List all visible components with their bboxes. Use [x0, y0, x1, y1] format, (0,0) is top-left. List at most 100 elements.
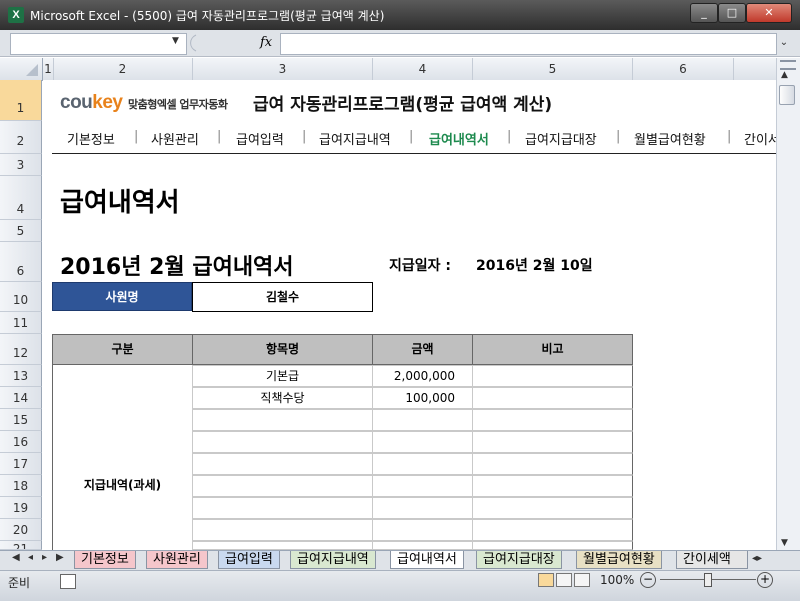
macro-record-icon[interactable]	[60, 574, 76, 589]
item-amount-cell[interactable]	[372, 453, 473, 475]
row-header[interactable]: 21	[0, 541, 42, 550]
row-header[interactable]: 16	[0, 431, 42, 453]
item-amount-cell[interactable]: 2,000,000	[372, 365, 473, 387]
sheet-tab[interactable]: 기본정보	[74, 551, 136, 569]
close-button[interactable]: ✕	[746, 3, 792, 23]
last-sheet-icon[interactable]: ▶	[56, 552, 64, 563]
item-name-cell[interactable]	[192, 541, 373, 550]
formula-bar-resize-handle[interactable]	[190, 33, 260, 53]
item-note-cell[interactable]	[472, 387, 633, 409]
page-layout-view-icon[interactable]	[556, 573, 572, 587]
sheet-tab[interactable]: 간이세액	[676, 551, 748, 569]
sheet-tab[interactable]: 사원관리	[146, 551, 208, 569]
scroll-up-icon[interactable]: ▲	[781, 70, 788, 80]
row-header[interactable]: 4	[0, 176, 42, 220]
column-header[interactable]: 4	[373, 58, 473, 80]
employee-name-cell[interactable]: 김철수	[192, 282, 373, 312]
item-note-cell[interactable]	[472, 497, 633, 519]
row-header[interactable]: 11	[0, 312, 42, 334]
row-header[interactable]: 13	[0, 365, 42, 387]
sheet-tab[interactable]: 급여지급대장	[476, 551, 562, 569]
row-header[interactable]: 5	[0, 220, 42, 242]
category-cell[interactable]: 지급내역(과세)	[52, 365, 193, 550]
row-header[interactable]: 10	[0, 282, 42, 312]
sheet-tab[interactable]: 급여입력	[218, 551, 280, 569]
item-name-cell[interactable]: 기본급	[192, 365, 373, 387]
menu-item-pay-history[interactable]: 급여지급내역	[319, 129, 391, 148]
select-all-corner[interactable]	[0, 58, 43, 80]
row-header[interactable]: 12	[0, 334, 42, 365]
excel-app-icon[interactable]: X	[8, 7, 24, 23]
item-amount-cell[interactable]	[372, 519, 473, 541]
row-header[interactable]: 6	[0, 242, 42, 282]
row-header[interactable]: 18	[0, 475, 42, 497]
row-header[interactable]: 17	[0, 453, 42, 475]
scroll-down-icon[interactable]: ▼	[781, 538, 788, 548]
scroll-thumb[interactable]	[779, 85, 795, 105]
item-note-cell[interactable]	[472, 409, 633, 431]
row-header[interactable]: 14	[0, 387, 42, 409]
normal-view-icon[interactable]	[538, 573, 554, 587]
next-sheet-icon[interactable]: ▸	[42, 552, 47, 563]
menu-item-basic-info[interactable]: 기본정보	[67, 129, 115, 148]
sheet-tab[interactable]: 급여지급내역	[290, 551, 376, 569]
row-header[interactable]: 15	[0, 409, 42, 431]
menu-item-pay-slip[interactable]: 급여내역서	[429, 129, 489, 148]
split-handle-icon[interactable]	[780, 60, 796, 70]
menu-item-monthly-status[interactable]: 월별급여현황	[634, 129, 706, 148]
zoom-out-icon[interactable]: −	[640, 572, 656, 588]
row-header[interactable]: 3	[0, 154, 42, 176]
column-header[interactable]: 3	[193, 58, 373, 80]
prev-sheet-icon[interactable]: ◂	[28, 552, 33, 563]
page-break-view-icon[interactable]	[574, 573, 590, 587]
item-amount-cell[interactable]	[372, 409, 473, 431]
maximize-button[interactable]: □	[718, 3, 746, 23]
item-amount-cell[interactable]	[372, 541, 473, 550]
item-name-cell[interactable]	[192, 431, 373, 453]
column-header[interactable]: 5	[473, 58, 633, 80]
menu-item-pay-ledger[interactable]: 급여지급대장	[525, 129, 597, 148]
sheet-tab-active[interactable]: 급여내역서	[390, 551, 464, 569]
expand-formula-bar-icon[interactable]: ⌄	[777, 33, 791, 53]
item-name-cell[interactable]	[192, 497, 373, 519]
item-note-cell[interactable]	[472, 541, 633, 550]
item-note-cell[interactable]	[472, 475, 633, 497]
status-ready: 준비	[8, 576, 31, 590]
menu-item-simple-tax[interactable]: 간이서	[744, 129, 776, 148]
zoom-slider-thumb[interactable]	[704, 573, 712, 587]
column-header[interactable]: 2	[53, 58, 193, 80]
item-amount-cell[interactable]: 100,000	[372, 387, 473, 409]
minimize-button[interactable]: _	[690, 3, 718, 23]
item-name-cell[interactable]	[192, 475, 373, 497]
column-header[interactable]: 6	[633, 58, 734, 80]
item-amount-cell[interactable]	[372, 431, 473, 453]
menu-item-pay-entry[interactable]: 급여입력	[236, 129, 284, 148]
row-header[interactable]: 19	[0, 497, 42, 519]
first-sheet-icon[interactable]: ◀	[12, 552, 20, 563]
item-amount-cell[interactable]	[372, 475, 473, 497]
item-name-cell[interactable]: 직책수당	[192, 387, 373, 409]
zoom-level[interactable]: 100%	[600, 573, 634, 587]
insert-function-icon[interactable]: fx	[260, 35, 272, 50]
row-header[interactable]: 20	[0, 519, 42, 541]
tab-scroll-icon[interactable]: ◂▸	[752, 553, 762, 564]
chevron-down-icon[interactable]: ▼	[172, 36, 179, 46]
vertical-scrollbar[interactable]	[776, 58, 800, 550]
row-header[interactable]: 2	[0, 121, 42, 154]
item-name-cell[interactable]	[192, 453, 373, 475]
item-name-cell[interactable]	[192, 519, 373, 541]
zoom-in-icon[interactable]: +	[757, 572, 773, 588]
item-note-cell[interactable]	[472, 365, 633, 387]
item-amount-cell[interactable]	[372, 497, 473, 519]
item-name-cell[interactable]	[192, 409, 373, 431]
row-header[interactable]: 1	[0, 80, 42, 121]
item-note-cell[interactable]	[472, 431, 633, 453]
menu-separator: |	[409, 129, 414, 144]
sheet-tab[interactable]: 월별급여현황	[576, 551, 662, 569]
name-box[interactable]	[10, 33, 187, 55]
item-note-cell[interactable]	[472, 519, 633, 541]
menu-item-employee[interactable]: 사원관리	[151, 129, 199, 148]
item-note-cell[interactable]	[472, 453, 633, 475]
formula-input[interactable]	[280, 33, 777, 55]
table-header-note: 비고	[472, 334, 633, 365]
